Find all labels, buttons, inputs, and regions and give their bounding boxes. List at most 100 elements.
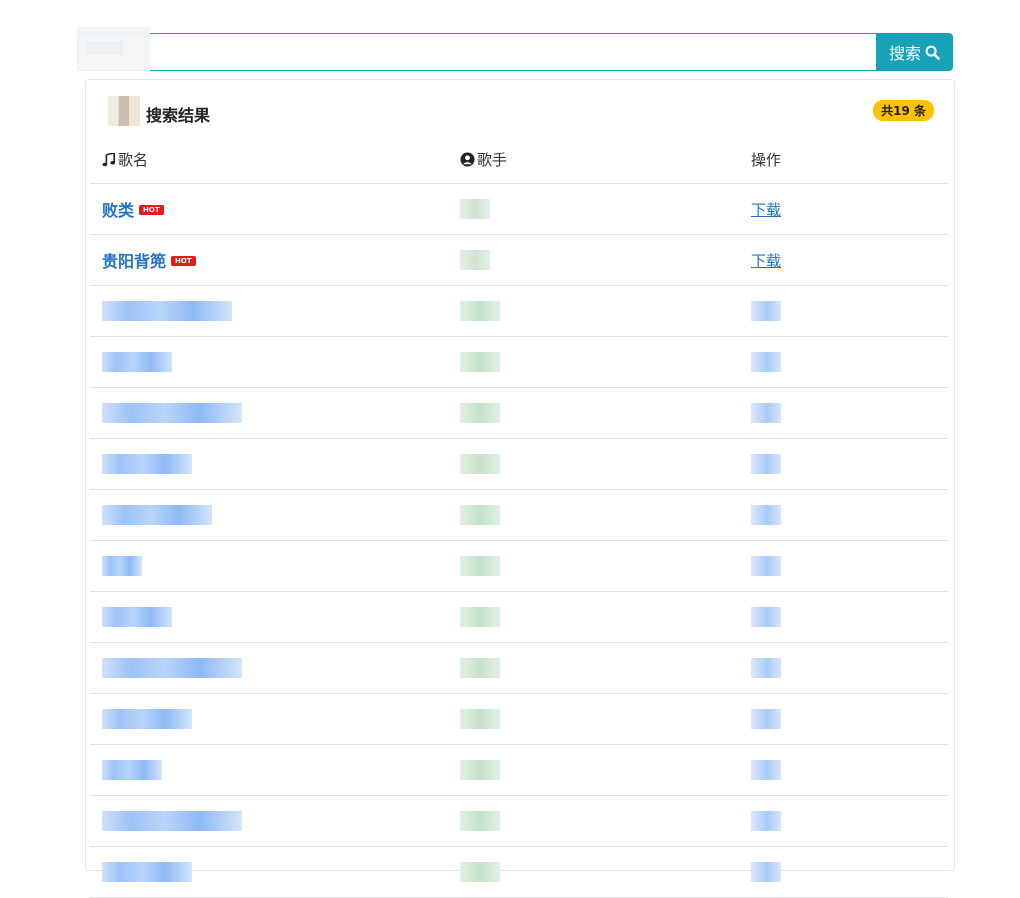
page: 搜索 搜索结果 共19 条 歌名 歌手 操作 败类 HOT 下载 贵阳背篼 HO… [77,27,955,898]
song-cell [90,489,459,541]
song-cell [90,438,459,490]
redacted-download-link[interactable] [751,505,781,525]
redacted-song[interactable] [102,811,242,831]
table-row [90,795,948,847]
action-cell [751,744,948,796]
song-cell [90,387,459,439]
column-header-song-label: 歌名 [118,151,149,169]
table-header-row: 歌名 歌手 操作 [90,136,948,184]
music-note-icon [102,153,116,167]
column-header-artist-label: 歌手 [477,151,508,169]
artist-cell [459,234,751,286]
action-cell [751,285,948,337]
action-cell [751,693,948,745]
results-card: 搜索结果 共19 条 歌名 歌手 操作 败类 HOT 下载 贵阳背篼 HOT 下… [85,79,955,898]
redacted-artist [460,250,490,270]
redacted-song[interactable] [102,301,232,321]
redacted-artist [460,199,490,219]
download-link[interactable]: 下载 [751,252,781,270]
redacted-artist [460,658,500,678]
redacted-download-link[interactable] [751,454,781,474]
song-cell [90,693,459,745]
song-cell [90,846,459,898]
redacted-artist [460,505,500,525]
action-cell: 下载 [751,183,948,235]
artist-cell [459,489,751,541]
user-circle-icon [460,152,475,167]
redacted-download-link[interactable] [751,352,781,372]
redacted-song[interactable] [102,556,142,576]
redacted-download-link[interactable] [751,556,781,576]
song-cell [90,285,459,337]
redacted-download-link[interactable] [751,709,781,729]
redacted-song[interactable] [102,862,192,882]
redacted-song[interactable] [102,607,172,627]
song-cell: 败类 HOT [90,183,459,235]
redacted-download-link[interactable] [751,658,781,678]
artist-cell [459,795,751,847]
song-cell [90,591,459,643]
redacted-download-link[interactable] [751,301,781,321]
redacted-song[interactable] [102,760,162,780]
artist-cell [459,591,751,643]
redacted-download-link[interactable] [751,811,781,831]
action-cell [751,591,948,643]
redacted-download-link[interactable] [751,760,781,780]
redacted-download-link[interactable] [751,862,781,882]
search-icon [925,45,940,60]
search-button[interactable]: 搜索 [876,33,953,71]
result-count-badge: 共19 条 [873,100,934,121]
table-row [90,540,948,592]
artist-cell [459,642,751,694]
table-row [90,438,948,490]
redacted-song[interactable] [102,403,242,423]
redacted-artist [460,709,500,729]
action-cell: 下载 [751,234,948,286]
table-row: 败类 HOT 下载 [90,183,948,235]
song-link[interactable]: 贵阳背篼 [102,252,166,271]
redacted-artist [460,607,500,627]
table-row [90,285,948,337]
action-cell [751,489,948,541]
artist-cell [459,540,751,592]
redacted-song[interactable] [102,505,212,525]
artist-cell [459,183,751,235]
song-cell: 贵阳背篼 HOT [90,234,459,286]
redacted-download-link[interactable] [751,607,781,627]
action-cell [751,540,948,592]
redacted-song[interactable] [102,709,192,729]
song-cell [90,642,459,694]
action-cell [751,846,948,898]
action-cell [751,438,948,490]
redacted-artist [460,862,500,882]
search-input[interactable] [77,33,876,71]
table-row: 贵阳背篼 HOT 下载 [90,234,948,286]
redacted-download-link[interactable] [751,403,781,423]
results-header: 搜索结果 共19 条 [86,80,954,136]
action-cell [751,795,948,847]
redacted-song[interactable] [102,658,242,678]
artist-cell [459,744,751,796]
results-title: 搜索结果 [146,106,211,125]
hot-badge: HOT [171,255,196,266]
action-cell [751,387,948,439]
redacted-artist [460,811,500,831]
search-bar: 搜索 [77,27,953,71]
song-link[interactable]: 败类 [102,201,134,220]
download-link[interactable]: 下载 [751,201,781,219]
table-row [90,489,948,541]
table-row [90,693,948,745]
hot-badge: HOT [139,204,164,215]
artist-cell [459,285,751,337]
table-row [90,846,948,898]
table-row [90,744,948,796]
action-cell [751,336,948,388]
column-header-action-label: 操作 [751,151,782,169]
column-header-song: 歌名 [90,136,459,184]
redacted-song[interactable] [102,454,192,474]
table-row [90,336,948,388]
action-cell [751,642,948,694]
artist-cell [459,387,751,439]
redacted-song[interactable] [102,352,172,372]
redacted-artist [460,301,500,321]
